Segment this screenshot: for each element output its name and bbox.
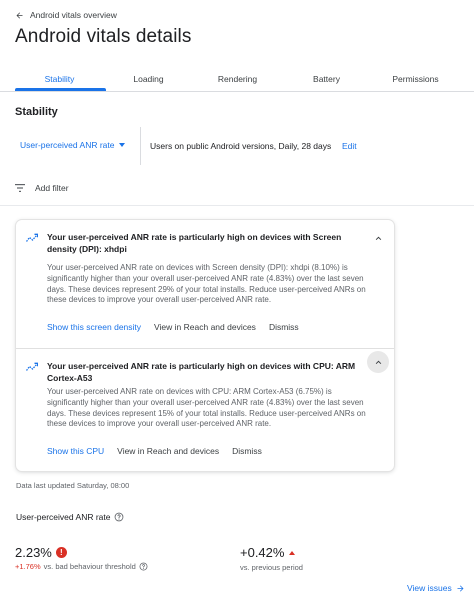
filter-divider-line (0, 205, 474, 206)
last-updated-text: Data last updated Saturday, 08:00 (16, 481, 130, 490)
metric-dropdown[interactable]: User-perceived ANR rate (20, 140, 126, 150)
metric-value-text: 2.23% (15, 545, 52, 560)
filter-summary: Users on public Android versions, Daily,… (150, 141, 332, 151)
back-link[interactable]: Android vitals overview (15, 10, 117, 20)
threshold-text: vs. bad behaviour threshold (43, 562, 136, 571)
collapse-button[interactable] (367, 227, 389, 249)
dismiss-link[interactable]: Dismiss (269, 322, 299, 332)
chevron-up-icon (375, 236, 381, 240)
previous-period-text: vs. previous period (240, 563, 303, 572)
trending-icon (26, 362, 38, 371)
tab-battery[interactable]: Battery (282, 68, 371, 90)
metric-label-text: User-perceived ANR rate (16, 512, 111, 522)
dropdown-caret-icon (119, 143, 126, 147)
insight-item: Your user-perceived ANR rate is particul… (16, 220, 394, 348)
metric-value: 2.23% ! (15, 545, 67, 560)
view-in-reach-link[interactable]: View in Reach and devices (117, 446, 219, 456)
collapse-button[interactable] (367, 351, 389, 373)
tab-rendering[interactable]: Rendering (193, 68, 282, 90)
insight-item: Your user-perceived ANR rate is particul… (16, 349, 394, 471)
insights-card: Your user-perceived ANR rate is particul… (16, 220, 394, 471)
edit-filters-link[interactable]: Edit (342, 141, 357, 151)
tab-loading[interactable]: Loading (104, 68, 193, 90)
add-filter-button[interactable]: Add filter (15, 183, 69, 193)
filter-divider (140, 127, 141, 165)
metric-label: User-perceived ANR rate (16, 512, 124, 522)
arrow-back-icon (16, 12, 23, 18)
arrow-forward-icon (457, 585, 464, 591)
dismiss-link[interactable]: Dismiss (232, 446, 262, 456)
insight-body: Your user-perceived ANR rate on devices … (47, 263, 366, 305)
add-filter-label: Add filter (35, 183, 69, 193)
insight-title: Your user-perceived ANR rate is particul… (47, 361, 356, 383)
show-cpu-link[interactable]: Show this CPU (47, 446, 104, 456)
help-icon[interactable] (139, 562, 148, 571)
show-screen-density-link[interactable]: Show this screen density (47, 322, 141, 332)
help-icon[interactable] (114, 512, 124, 522)
view-issues-link[interactable]: View issues (407, 583, 465, 593)
period-change-value: +0.42% (240, 545, 285, 560)
insight-title: Your user-perceived ANR rate is particul… (47, 232, 342, 254)
tabs-divider (0, 91, 474, 92)
trending-icon (26, 233, 38, 242)
threshold-delta: +1.76% (15, 562, 41, 571)
trend-up-icon (289, 550, 296, 555)
threshold-comparison: +1.76% vs. bad behaviour threshold (15, 562, 148, 571)
back-link-label: Android vitals overview (30, 10, 117, 20)
insight-actions: Show this CPU View in Reach and devices … (47, 446, 262, 456)
page-title: Android vitals details (15, 26, 192, 47)
metric-dropdown-value: User-perceived ANR rate (20, 140, 115, 150)
period-change: +0.42% (240, 545, 296, 560)
chevron-up-icon (375, 360, 381, 364)
insight-body: Your user-perceived ANR rate on devices … (47, 387, 366, 429)
view-in-reach-link[interactable]: View in Reach and devices (154, 322, 256, 332)
error-icon: ! (55, 547, 67, 558)
insight-actions: Show this screen density View in Reach a… (47, 322, 299, 332)
view-issues-label: View issues (407, 583, 452, 593)
section-heading: Stability (15, 106, 58, 118)
tab-stability[interactable]: Stability (15, 68, 104, 90)
tab-permissions[interactable]: Permissions (371, 68, 460, 90)
filter-list-icon (15, 184, 25, 192)
tab-bar: Stability Loading Rendering Battery Perm… (15, 68, 460, 90)
